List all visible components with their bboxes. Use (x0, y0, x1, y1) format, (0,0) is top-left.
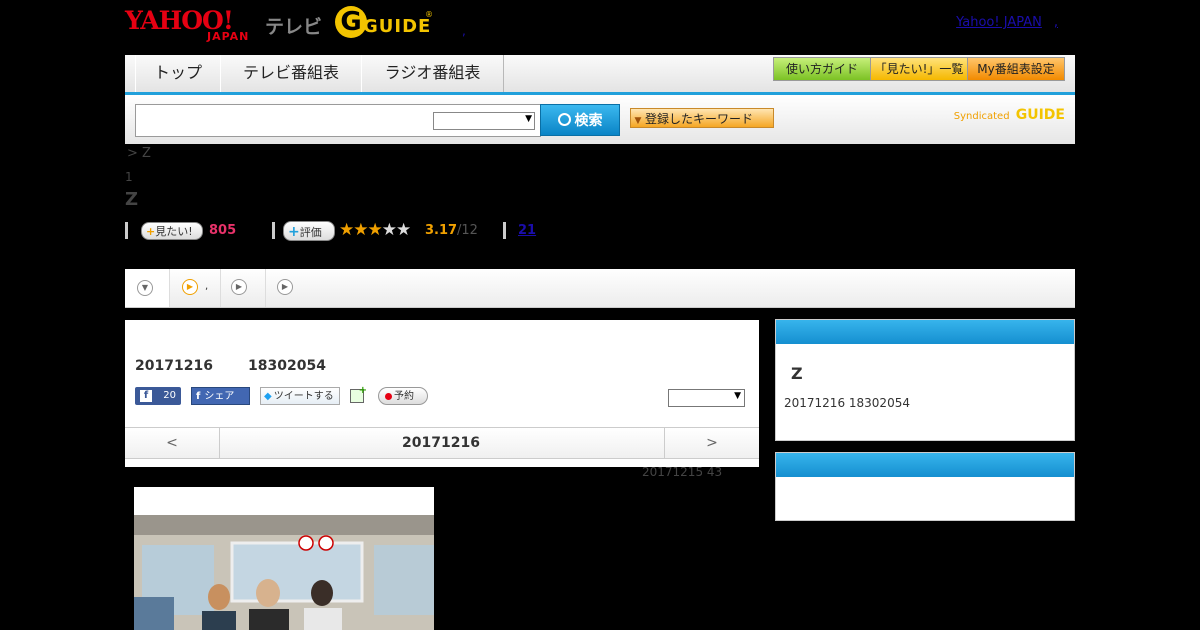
next-day-button[interactable]: > (664, 428, 759, 458)
facebook-share-button[interactable]: f シェア (191, 387, 250, 405)
star-empty-icon: ★ (396, 220, 411, 240)
program-title: Z (125, 189, 139, 210)
tab-related[interactable]: ▶ (221, 269, 266, 307)
plus-icon: + (288, 224, 300, 240)
play-circle-icon: ▶ (182, 279, 198, 295)
sidebar-secondary-card (775, 452, 1075, 521)
yahoo-japan-link[interactable]: Yahoo! JAPAN, (956, 15, 1058, 30)
header-separator: , (462, 24, 466, 38)
facebook-like-button[interactable]: f 20 (135, 387, 181, 405)
search-category-select[interactable]: ▼ (433, 112, 535, 130)
rate-button[interactable]: +評価 (283, 221, 335, 241)
rating-value: 3.17 (425, 223, 458, 238)
share-label: シェア (204, 391, 235, 402)
star-filled-icon: ★ (367, 220, 383, 240)
broadcast-time: 18302054 (248, 358, 326, 374)
tab-episode-label: , (205, 281, 209, 292)
rating-stars: ★★★★★ (339, 220, 411, 240)
saved-keywords-button[interactable]: ▼ 登録したキーワード (630, 108, 774, 128)
tab-radio-listings[interactable]: ラジオ番組表 (361, 55, 504, 92)
search-bar: ▼ 検索 ▼ 登録したキーワード Syndicated GUIDE (125, 95, 1075, 144)
tab-top[interactable]: トップ (135, 55, 221, 92)
search-icon (557, 113, 571, 126)
tv-logo-text: テレビ (265, 16, 323, 38)
review-link[interactable]: 21 (518, 223, 536, 238)
tab-program-info[interactable]: ▼ (125, 269, 170, 307)
divider (272, 222, 275, 239)
tab-episode[interactable]: ▶ , (170, 269, 221, 307)
search-button[interactable]: 検索 (540, 104, 620, 136)
divider (503, 222, 506, 239)
global-nav: トップ テレビ番組表 ラジオ番組表 使い方ガイド 「見たい!」一覧 My番組表設… (125, 55, 1075, 95)
japan-logo-text: JAPAN (207, 30, 250, 43)
rating-count: /12 (457, 223, 478, 238)
gguide-logo[interactable]: G GUIDE ® (335, 6, 435, 42)
record-dot-icon (385, 392, 392, 400)
syndicated-gguide-logo: GUIDE (1015, 107, 1065, 123)
chevron-down-icon: ▼ (525, 114, 532, 124)
rate-label: 評価 (299, 226, 322, 239)
want-list-button[interactable]: 「見たい!」一覧 (870, 57, 968, 81)
usage-guide-button[interactable]: 使い方ガイド (773, 57, 871, 81)
dropdown-circle-icon: ▼ (137, 280, 153, 296)
program-photo-image (134, 515, 434, 630)
play-circle-icon: ▶ (277, 279, 293, 295)
syndicated-badge: Syndicated GUIDE (954, 107, 1065, 123)
plus-icon: + (146, 225, 156, 238)
calendar-icon: + (350, 386, 367, 403)
sidebar-program-card: Z 20171216 18302054 (775, 319, 1075, 441)
date-pager: < 20171216 > (125, 427, 759, 459)
want-count: 805 (209, 223, 237, 238)
divider (125, 222, 128, 239)
facebook-icon: f (140, 390, 152, 402)
registered-mark: ® (425, 10, 433, 19)
facebook-count: 20 (163, 390, 176, 401)
sidebar-card-header (776, 320, 1074, 344)
previous-day-button[interactable]: < (125, 428, 220, 458)
sidebar-program-datetime: 20171216 18302054 (784, 396, 910, 410)
broadcast-region-select[interactable]: ▼ (668, 389, 745, 407)
twitter-bird-icon: ◆ (264, 391, 272, 402)
dropdown-arrow-icon: ▼ (634, 116, 642, 126)
star-filled-icon: ★ (339, 220, 354, 240)
yahoo-japan-tv-logo[interactable]: YAHOO! JAPAN テレビ (125, 6, 325, 43)
my-listings-settings-button[interactable]: My番組表設定 (967, 57, 1065, 81)
pager-date: 20171216 (402, 435, 480, 451)
tweet-button[interactable]: ◆ ツイートする (260, 387, 340, 405)
star-empty-icon: ★ (381, 220, 397, 240)
tab-more[interactable]: ▶ (266, 269, 310, 307)
chevron-down-icon: ▼ (734, 391, 741, 401)
add-to-calendar-icon[interactable]: + (350, 386, 368, 405)
reserve-button[interactable]: 予約 (378, 387, 428, 405)
gguide-logo-text: GUIDE (363, 16, 432, 37)
reserve-label: 予約 (394, 391, 414, 402)
rank-number: 1 (125, 170, 133, 184)
tweet-label: ツイートする (273, 391, 334, 402)
sidebar-program-title: Z (791, 364, 803, 383)
saved-keywords-label: 登録したキーワード (645, 112, 754, 126)
search-button-label: 検索 (574, 113, 603, 129)
header-link-separator: , (1053, 15, 1058, 30)
want-to-watch-label: 見たい! (155, 225, 193, 238)
yahoo-japan-link-label: Yahoo! JAPAN (956, 15, 1042, 30)
breadcrumb[interactable]: > Z (127, 146, 151, 161)
tab-tv-listings[interactable]: テレビ番組表 (220, 55, 362, 92)
star-filled-icon: ★ (353, 220, 368, 240)
broadcast-date: 20171216 (135, 358, 213, 374)
facebook-icon: f (196, 391, 201, 402)
update-note: 20171215 43 (642, 465, 723, 479)
sub-tab-strip: ▼ ▶ , ▶ ▶ (125, 269, 1075, 308)
want-to-watch-button[interactable]: +見たい! (141, 222, 203, 240)
syndicated-label: Syndicated (953, 111, 1010, 122)
sidebar-card-header (776, 453, 1074, 477)
play-circle-icon: ▶ (231, 279, 247, 295)
program-detail-card: 20171216 18302054 f 20 f シェア ◆ ツイートする + 予約 … (125, 320, 759, 467)
program-photo (134, 487, 434, 630)
